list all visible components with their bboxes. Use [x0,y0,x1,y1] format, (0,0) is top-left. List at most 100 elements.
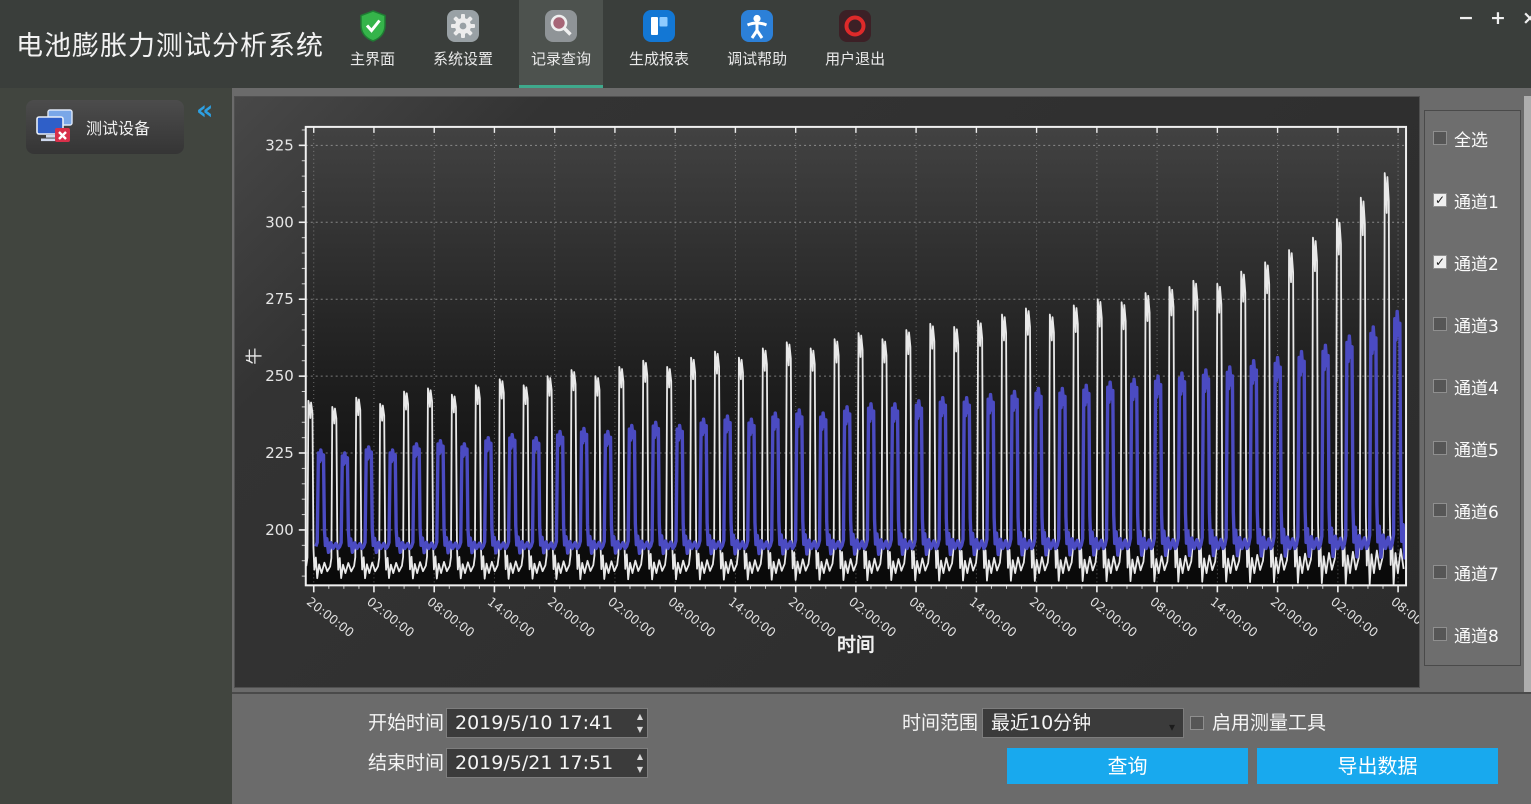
checkbox-icon[interactable] [1433,627,1447,641]
person-icon [740,9,774,43]
channel-label: 通道2 [1454,250,1499,275]
end-time-label: 结束时间 [368,748,444,778]
x-tick-label: 08:00:00 [665,594,718,640]
channel-row[interactable]: ✓通道1 [1433,187,1520,213]
x-tick-label: 20:00:00 [304,594,357,640]
maximize-button[interactable]: + [1487,6,1509,30]
checkbox-icon[interactable]: ✓ [1433,193,1447,207]
x-tick-label: 08:00:00 [906,594,959,640]
y-tick-label: 300 [265,213,294,231]
app-title: 电池膨胀力测试分析系统 [16,24,324,63]
export-data-button[interactable]: 导出数据 [1257,748,1498,784]
x-tick-label: 14:00:00 [967,594,1020,640]
x-tick-label: 08:00:00 [1147,594,1200,640]
channel-row[interactable]: ✓ 通道2 [1433,249,1520,275]
checkbox-icon[interactable] [1433,441,1447,455]
sidebar-item-test-device[interactable]: 测试设备 [26,100,184,154]
toolbar-item-label: 记录查询 [531,48,591,69]
channel-label: 通道7 [1454,560,1499,585]
x-tick-label: 02:00:00 [1087,594,1140,640]
end-time-value: 2019/5/21 17:51 [455,752,613,774]
time-range-label: 时间范围 [902,708,978,738]
channel-label: 通道3 [1454,312,1499,337]
y-tick-label: 275 [265,290,294,308]
x-tick-label: 14:00:00 [726,594,779,640]
gear-icon [446,9,480,43]
device-offline-icon [34,108,76,146]
toolbar-item-settings[interactable]: 系统设置 [421,0,505,88]
measure-tool-label: 启用测量工具 [1212,708,1326,738]
channel-row[interactable]: 全选 [1433,125,1520,151]
x-tick-label: 20:00:00 [1268,594,1321,640]
time-range-value: 最近10分钟 [991,712,1091,734]
spinner-up-down-icon[interactable]: ▲▼ [637,750,643,776]
toolbar-item-label: 主界面 [350,48,395,69]
toolbar-item-records[interactable]: 记录查询 [519,0,603,88]
channel-row[interactable]: 通道3 [1433,311,1520,337]
x-tick-label: 20:00:00 [786,594,839,640]
x-tick-label: 14:00:00 [1208,594,1261,640]
x-tick-label: 08:00:00 [424,594,477,640]
y-tick-label: 250 [265,367,294,385]
x-tick-label: 20:00:00 [545,594,598,640]
x-tick-label: 02:00:00 [364,594,417,640]
close-button[interactable]: × [1519,6,1531,30]
query-controls-panel: 开始时间 2019/5/10 17:41 ▲▼ 结束时间 2019/5/21 1… [232,692,1531,804]
checkbox-icon[interactable] [1433,131,1447,145]
collapse-sidebar-icon[interactable]: « [196,96,213,126]
channel-panel: 全选✓通道1✓通道2通道3通道4通道5通道6通道7通道8 [1424,110,1521,666]
time-range-dropdown[interactable]: 最近10分钟 ▾ [982,708,1184,738]
y-tick-label: 200 [265,521,294,539]
checkbox-icon[interactable] [1433,503,1447,517]
checkbox-icon[interactable] [1433,379,1447,393]
y-axis-label: 牛 [244,348,264,365]
x-tick-label: 20:00:00 [1027,594,1080,640]
channel-row[interactable]: 通道7 [1433,559,1520,585]
channel-label: 通道5 [1454,436,1499,461]
channel-label: 通道8 [1454,622,1499,647]
y-tick-label: 225 [265,444,294,462]
chevron-down-icon: ▾ [1169,713,1175,741]
report-icon [642,9,676,43]
checkbox-icon[interactable] [1433,317,1447,331]
channel-label: 通道4 [1454,374,1499,399]
channel-row[interactable]: 通道4 [1433,373,1520,399]
toolbar-item-help[interactable]: 调试帮助 [715,0,799,88]
toolbar-item-exit[interactable]: 用户退出 [813,0,897,88]
sidebar: 测试设备 « [0,88,232,804]
chart-panel: 20022525027530032520:00:0002:00:0008:00:… [234,96,1420,688]
x-tick-label: 08:00:00 [1388,594,1419,640]
start-time-value: 2019/5/10 17:41 [455,712,613,734]
x-tick-label: 14:00:00 [485,594,538,640]
query-button[interactable]: 查询 [1007,748,1248,784]
channel-row[interactable]: 通道8 [1433,621,1520,647]
channel-row[interactable]: 通道5 [1433,435,1520,461]
toolbar-item-label: 调试帮助 [727,48,787,69]
start-time-input[interactable]: 2019/5/10 17:41 ▲▼ [446,708,648,738]
start-time-label: 开始时间 [368,708,444,738]
sidebar-item-label: 测试设备 [86,115,150,139]
x-axis-label: 时间 [837,634,875,656]
toolbar-item-main[interactable]: 主界面 [338,0,407,88]
channel-label: 全选 [1454,126,1488,151]
toolbar-item-label: 系统设置 [433,48,493,69]
end-time-input[interactable]: 2019/5/21 17:51 ▲▼ [446,748,648,778]
spinner-up-down-icon[interactable]: ▲▼ [637,710,643,736]
force-time-chart[interactable]: 20022525027530032520:00:0002:00:0008:00:… [235,97,1419,687]
main-toolbar: 主界面 系统设置 记录查询 [338,0,897,88]
toolbar-item-report[interactable]: 生成报表 [617,0,701,88]
exit-icon [838,9,872,43]
window-controls: − + × [1455,6,1531,30]
minimize-button[interactable]: − [1455,6,1477,30]
toolbar-item-label: 生成报表 [629,48,689,69]
checkbox-icon[interactable]: ✓ [1433,255,1447,269]
toolbar-item-label: 用户退出 [825,48,885,69]
y-tick-label: 325 [265,136,294,154]
shield-icon [356,9,390,43]
x-tick-label: 02:00:00 [605,594,658,640]
checkbox-icon[interactable] [1190,716,1204,730]
checkbox-icon[interactable] [1433,565,1447,579]
measure-tool-toggle[interactable]: 启用测量工具 [1190,710,1326,736]
x-tick-label: 02:00:00 [1328,594,1381,640]
channel-row[interactable]: 通道6 [1433,497,1520,523]
